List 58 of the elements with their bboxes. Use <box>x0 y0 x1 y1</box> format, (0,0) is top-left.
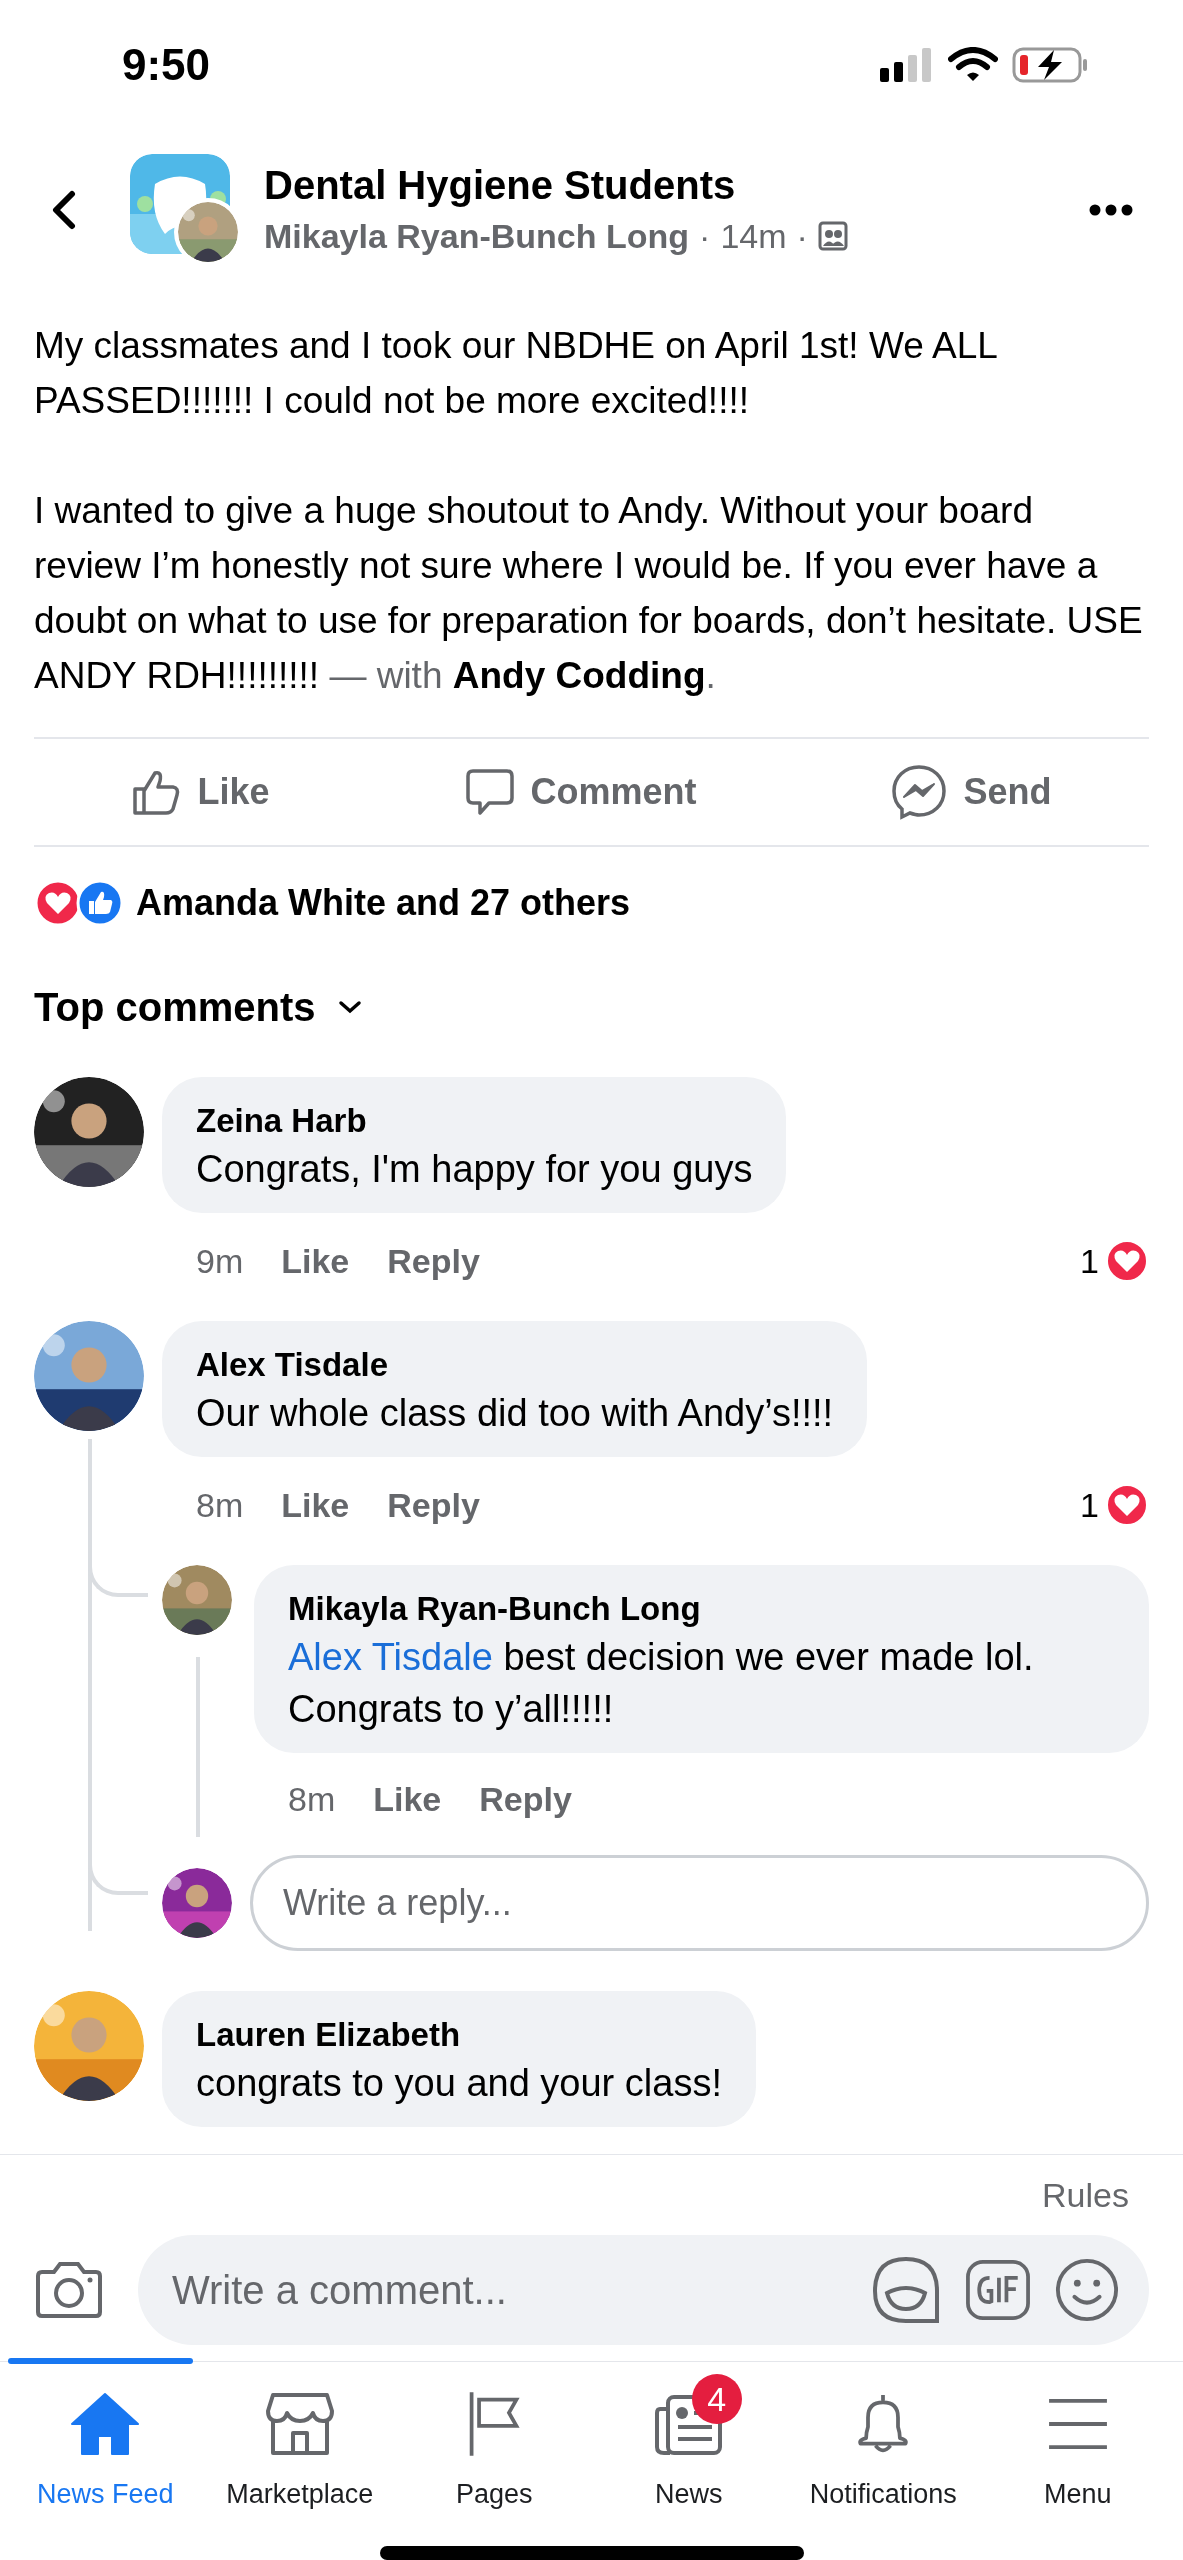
chevron-down-icon[interactable] <box>337 1000 362 1014</box>
home-icon <box>70 2392 141 2456</box>
send-button[interactable]: Send <box>891 764 1052 820</box>
like-button[interactable]: Like <box>373 1773 442 1825</box>
commenter-name[interactable]: Alex Tisdale <box>196 1343 834 1387</box>
speech-bubble-icon <box>464 767 515 817</box>
reaction-count: 1 <box>1080 1484 1099 1526</box>
emoji-icon[interactable] <box>1055 2258 1119 2322</box>
reply-field[interactable]: Write a reply... <box>250 1855 1149 1951</box>
comment-time: 8m <box>288 1778 336 1820</box>
more-icon[interactable] <box>1089 204 1133 216</box>
author-name[interactable]: Mikayla Ryan-Bunch Long <box>264 210 690 262</box>
comment-text: Congrats, I'm happy for you guys <box>196 1147 753 1192</box>
group-icon <box>817 221 848 251</box>
reply-button[interactable]: Reply <box>479 1773 572 1825</box>
camera-icon[interactable] <box>34 2260 104 2320</box>
rules-link[interactable]: Rules <box>1042 2170 1129 2221</box>
storefront-icon <box>264 2391 335 2457</box>
badge: 4 <box>691 2374 742 2424</box>
tab[interactable]: 4 News <box>591 2362 786 2522</box>
like-button[interactable]: Like <box>281 1479 350 1531</box>
commenter-name[interactable]: Mikayla Ryan-Bunch Long <box>288 1587 1115 1631</box>
sticker-icon[interactable] <box>871 2255 941 2325</box>
menu-icon <box>1046 2397 1109 2451</box>
post-time: 14m <box>720 215 787 257</box>
like-button[interactable]: Like <box>281 1235 350 1287</box>
reply-button[interactable]: Reply <box>387 1479 480 1531</box>
like-button[interactable]: Like <box>131 765 270 819</box>
reply-button[interactable]: Reply <box>387 1235 480 1287</box>
commenter-name[interactable]: Lauren Elizabeth <box>196 2013 722 2057</box>
reactions-summary[interactable]: Amanda White and 27 others <box>136 876 631 930</box>
comment-bar[interactable]: Write a comment... <box>138 2235 1149 2345</box>
comment-text: congrats to you and your class! <box>196 2061 722 2106</box>
gif-icon[interactable] <box>965 2259 1031 2321</box>
sort-dropdown[interactable]: Top comments <box>34 977 316 1037</box>
separator-dot: · <box>699 215 711 257</box>
commenter-name[interactable]: Zeina Harb <box>196 1099 753 1143</box>
mention-link[interactable]: Alex Tisdale <box>288 1636 493 1678</box>
tab[interactable]: Notifications <box>786 2362 981 2522</box>
post-paragraph: My classmates and I took our NBDHE on April 1st! We ALL PASSED!!!!!!! I could not be more excited!!!! <box>34 324 998 423</box>
tab[interactable]: Pages <box>397 2362 592 2522</box>
tab[interactable]: Menu <box>980 2362 1175 2522</box>
separator-dot: · <box>796 215 808 257</box>
battery-icon <box>1012 47 1088 83</box>
comment-time: 8m <box>196 1484 244 1526</box>
comment-text: Our whole class did too with Andy’s!!!! <box>196 1391 834 1436</box>
status-time: 9:50 <box>122 39 211 91</box>
wifi-icon <box>948 47 998 83</box>
comment-field[interactable]: Write a comment... <box>172 2260 847 2320</box>
comment-button[interactable]: Comment <box>464 765 697 819</box>
signal-icon <box>880 48 934 82</box>
comment-time: 9m <box>196 1240 244 1282</box>
tab[interactable]: Marketplace <box>202 2362 397 2522</box>
post-paragraph: I wanted to give a huge shoutout to Andy. Without your board review I’m honestly not sure where I would be. If you ever have a doubt on what to use for preparation for boards, don’t hesitate. USE ANDY RDH!!!!!!!!! — with Andy Codding. <box>34 489 1144 698</box>
comment-text: Alex Tisdale best decision we ever made lol. Congrats to y’all!!!!! <box>288 1635 1035 1732</box>
reaction-count: 1 <box>1080 1240 1099 1282</box>
messenger-icon <box>891 764 948 820</box>
group-name[interactable]: Dental Hygiene Students <box>264 158 1089 211</box>
